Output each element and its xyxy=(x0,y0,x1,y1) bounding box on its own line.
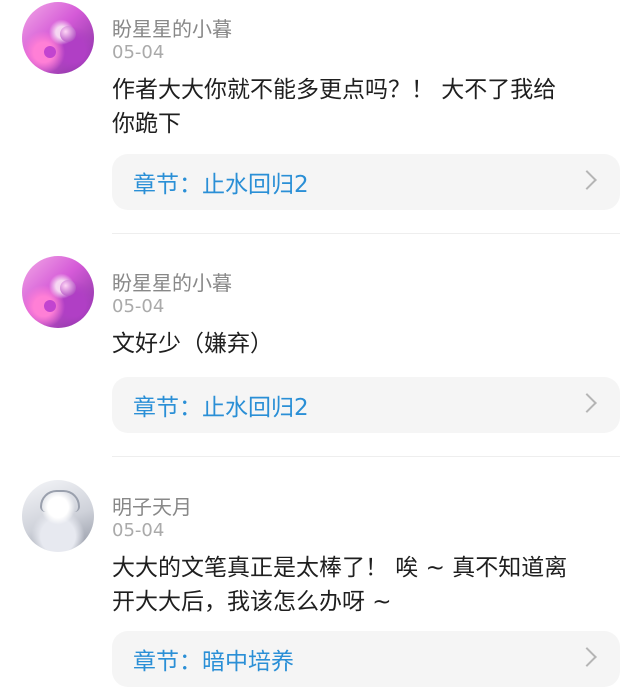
comment-line: 开大大后，我该怎么办呀 ~ xyxy=(112,589,392,615)
chapter-link[interactable]: 章节：止水回归2 xyxy=(112,154,620,210)
comment-date: 05-04 xyxy=(112,42,165,63)
chevron-right-icon xyxy=(577,393,597,413)
user-avatar[interactable] xyxy=(22,2,94,74)
comment-feed: 盼星星的小暮 05-04 作者大大你就不能多更点吗？！ 大不了我给 你跪下 章节… xyxy=(0,0,640,698)
chapter-link[interactable]: 章节：暗中培养 xyxy=(112,631,620,687)
divider xyxy=(112,233,620,234)
comment-text: 大大的文笔真正是太棒了！ 唉 ~ 真不知道离 开大大后，我该怎么办呀 ~ xyxy=(112,551,622,619)
comment-text: 文好少（嫌弃） xyxy=(112,327,622,361)
comment-line: 文好少（嫌弃） xyxy=(112,331,273,357)
chapter-label: 章节：止水回归2 xyxy=(133,172,309,198)
username[interactable]: 盼星星的小暮 xyxy=(112,13,232,42)
chevron-right-icon xyxy=(577,170,597,190)
user-avatar[interactable] xyxy=(22,256,94,328)
chapter-link[interactable]: 章节：止水回归2 xyxy=(112,377,620,433)
chapter-label: 章节：止水回归2 xyxy=(133,395,309,421)
chapter-label: 章节：暗中培养 xyxy=(133,649,294,675)
username[interactable]: 明子天月 xyxy=(112,491,192,520)
divider xyxy=(112,456,620,457)
username[interactable]: 盼星星的小暮 xyxy=(112,267,232,296)
user-avatar[interactable] xyxy=(22,480,94,552)
comment-date: 05-04 xyxy=(112,296,165,317)
comment-line: 你跪下 xyxy=(112,111,181,137)
comment-line: 作者大大你就不能多更点吗？！ 大不了我给 xyxy=(112,77,557,103)
comment-date: 05-04 xyxy=(112,520,165,541)
chevron-right-icon xyxy=(577,647,597,667)
comment-text: 作者大大你就不能多更点吗？！ 大不了我给 你跪下 xyxy=(112,73,622,141)
comment-line: 大大的文笔真正是太棒了！ 唉 ~ 真不知道离 xyxy=(112,555,568,581)
